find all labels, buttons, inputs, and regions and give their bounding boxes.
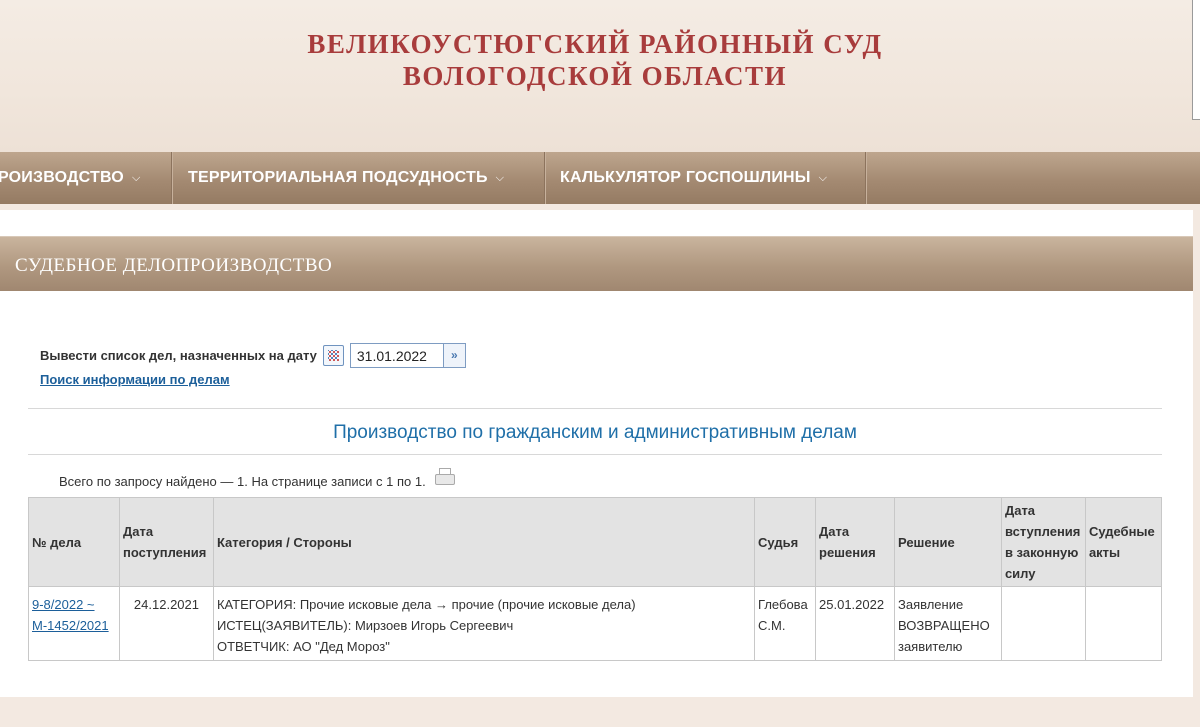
column-header: Дата поступления (118, 497, 214, 587)
cases-table: № дела Дата поступления Категория / Стор… (28, 497, 1163, 661)
judge-cell: Глебова С.М. (754, 586, 817, 661)
table-title: Производство по гражданским и администра… (333, 422, 857, 443)
table-header-row: № дела Дата поступления Категория / Стор… (28, 497, 1163, 587)
section-title: СУДЕБНОЕ ДЕЛОПРОИЗВОДСТВО (15, 255, 333, 276)
chevron-down-icon: ⌵ (818, 171, 828, 184)
court-title-line2: ВОЛОГОДСКОЙ ОБЛАСТИ (402, 61, 788, 91)
printer-icon[interactable] (434, 467, 456, 486)
calendar-icon[interactable] (322, 344, 344, 366)
results-count: Всего по запросу найдено — 1. На страниц… (59, 474, 426, 489)
case-defendant: ОТВЕТЧИК: АО "Дед Мороз" (216, 639, 390, 654)
double-arrow-icon[interactable]: » (442, 343, 465, 367)
nav-item-jurisdiction[interactable]: ТЕРРИТОРИАЛЬНАЯ ПОДСУДНОСТЬ ⌵ (172, 152, 545, 204)
divider (28, 454, 1162, 455)
column-header: Судья (754, 497, 817, 587)
column-header: Категория / Стороны (212, 497, 756, 587)
content-panel: СУДЕБНОЕ ДЕЛОПРОИЗВОДСТВО Вывести список… (0, 210, 1193, 697)
nav-item-proceedings[interactable]: РОИЗВОДСТВО ⌵ (0, 152, 172, 204)
case-number-cell: 9-8/2022 ~ М-1452/2021 (28, 586, 120, 661)
nav-item-label: РОИЗВОДСТВО (0, 169, 124, 186)
page-footer-strip (0, 697, 1200, 727)
case-plaintiff: ИСТЕЦ(ЗАЯВИТЕЛЬ): Мирзоев Игорь Сергееви… (216, 618, 514, 633)
court-acts-cell (1084, 586, 1163, 661)
date-filter: Вывести список дел, назначенных на дату … (40, 342, 466, 368)
nav-item-fee-calculator[interactable]: КАЛЬКУЛЯТОР ГОСПОШЛИНЫ ⌵ (545, 152, 866, 204)
site-header: ВЕЛИКОУСТЮГСКИЙ РАЙОННЫЙ СУД ВОЛОГОДСКОЙ… (0, 0, 1200, 152)
column-header: Дата вступления в законную силу (1000, 497, 1086, 587)
column-header: Судебные акты (1084, 497, 1163, 587)
date-filter-label: Вывести список дел, назначенных на дату (40, 347, 317, 363)
date-input[interactable]: 31.01.2022 » (349, 342, 466, 368)
divider (28, 408, 1162, 409)
effective-date-cell (1000, 586, 1086, 661)
column-header: № дела (28, 497, 120, 587)
column-header: Решение (893, 497, 1002, 587)
chevron-down-icon: ⌵ (495, 171, 505, 184)
nav-item-label: КАЛЬКУЛЯТОР ГОСПОШЛИНЫ (560, 169, 811, 186)
case-number-link[interactable]: 9-8/2022 ~ М-1452/2021 (32, 597, 109, 633)
table-row: 9-8/2022 ~ М-1452/2021 24.12.2021 КАТЕГО… (28, 586, 1163, 661)
court-title: ВЕЛИКОУСТЮГСКИЙ РАЙОННЫЙ СУД ВОЛОГОДСКОЙ… (0, 28, 1190, 92)
case-search-link[interactable]: Поиск информации по делам (40, 372, 230, 387)
decision-cell: Заявление ВОЗВРАЩЕНО заявителю (893, 586, 1002, 661)
category-cell: КАТЕГОРИЯ: Прочие исковые дела → прочие … (212, 586, 756, 661)
nav-item-label: ТЕРРИТОРИАЛЬНАЯ ПОДСУДНОСТЬ (188, 169, 488, 186)
main-nav: РОИЗВОДСТВО ⌵ ТЕРРИТОРИАЛЬНАЯ ПОДСУДНОСТ… (0, 152, 1200, 204)
window-edge (1192, 0, 1200, 120)
decision-date-cell: 25.01.2022 (815, 586, 895, 661)
received-date-cell: 24.12.2021 (118, 586, 214, 661)
results-summary: Всего по запросу найдено — 1. На страниц… (59, 467, 456, 489)
date-input-value[interactable]: 31.01.2022 (351, 344, 443, 367)
chevron-down-icon: ⌵ (131, 171, 141, 184)
section-header: СУДЕБНОЕ ДЕЛОПРОИЗВОДСТВО (0, 236, 1193, 291)
case-category: КАТЕГОРИЯ: Прочие исковые дела → прочие … (216, 597, 636, 612)
court-title-line1: ВЕЛИКОУСТЮГСКИЙ РАЙОННЫЙ СУД (307, 29, 883, 59)
column-header: Дата решения (815, 497, 895, 587)
